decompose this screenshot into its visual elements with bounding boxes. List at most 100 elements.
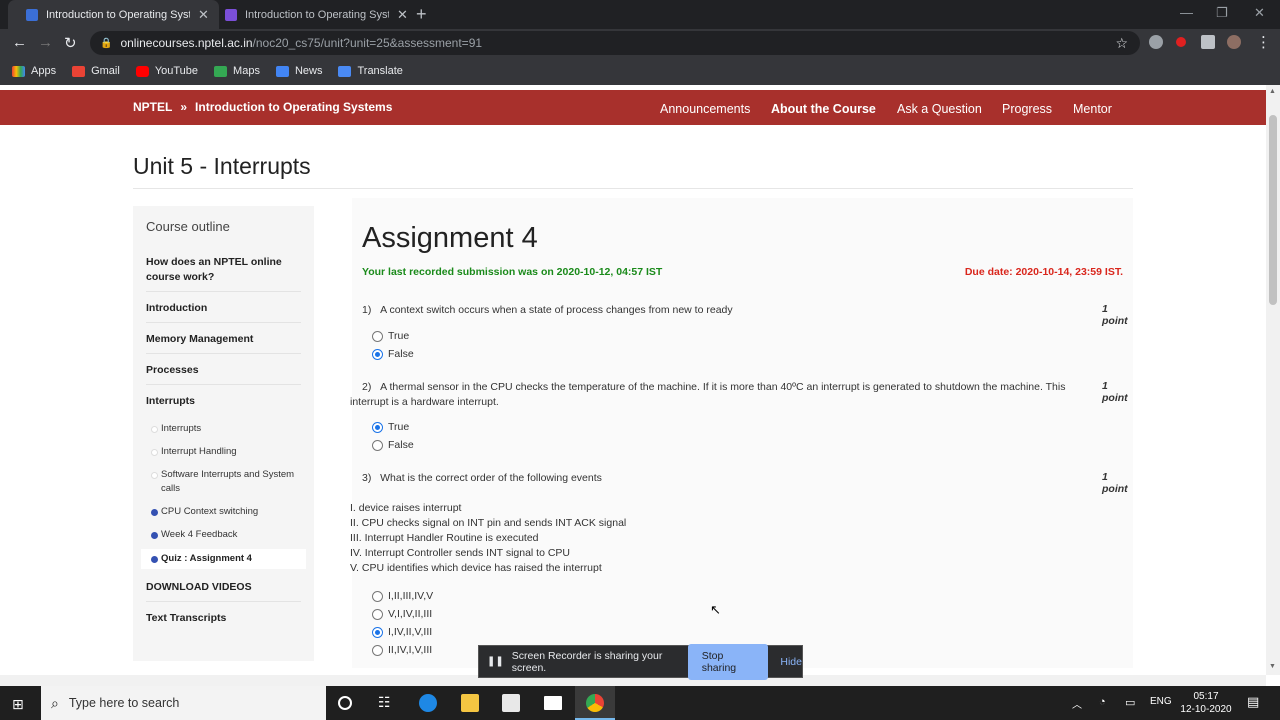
sidebar-subitem-interrupt-handling[interactable]: Interrupt Handling	[141, 445, 306, 459]
sidebar-subitem-cpu-context-switching[interactable]: CPU Context switching	[141, 505, 306, 519]
sidebar-item-interrupts[interactable]: Interrupts	[146, 394, 301, 409]
sidebar-item-text-transcripts[interactable]: Text Transcripts	[146, 611, 301, 626]
youtube-icon	[135, 65, 149, 77]
event-item: III. Interrupt Handler Routine is execut…	[350, 532, 539, 544]
close-tab-icon[interactable]: ✕	[397, 7, 408, 23]
mail-icon[interactable]	[544, 696, 562, 710]
nav-mentor[interactable]: Mentor	[1073, 102, 1112, 116]
apps-grid-icon	[12, 65, 25, 77]
extension-icon[interactable]	[1149, 35, 1163, 49]
bookmark-translate[interactable]: Translate	[338, 65, 403, 77]
sidebar-subitem-interrupts[interactable]: Interrupts	[141, 422, 306, 436]
tab-active[interactable]: Introduction to Operating Systems ✕	[8, 0, 219, 29]
brand-link[interactable]: NPTEL	[133, 100, 172, 114]
sidebar-item-memory-management[interactable]: Memory Management	[146, 332, 301, 347]
bookmarks-bar: Apps Gmail YouTube Maps News Translate	[0, 57, 1280, 85]
radio-button[interactable]	[372, 590, 383, 602]
page-viewport: NPTEL» Introduction to Operating Systems …	[0, 85, 1266, 675]
scroll-down-icon[interactable]: ▼	[1269, 663, 1276, 670]
bookmark-star-icon[interactable]: ☆	[1115, 35, 1128, 52]
sidebar-item-how-nptel-works[interactable]: How does an NPTEL online course work?	[146, 255, 301, 285]
address-bar[interactable]: 🔒 onlinecourses.nptel.ac.in/noc20_cs75/u…	[90, 31, 1140, 55]
battery-icon[interactable]: ▭	[1125, 696, 1135, 709]
taskbar-search-box[interactable]: ⌕ Type here to search	[41, 686, 326, 720]
tray-overflow-icon[interactable]: ︿	[1072, 696, 1082, 711]
taskbar-clock[interactable]: 05:17 12-10-2020	[1180, 690, 1232, 716]
vertical-scrollbar[interactable]: ▲ ▼	[1266, 85, 1280, 675]
radio-button[interactable]	[372, 608, 383, 620]
close-window-icon[interactable]: ✕	[1254, 5, 1265, 21]
sidebar-item-introduction[interactable]: Introduction	[146, 301, 301, 316]
event-item: II. CPU checks signal on INT pin and sen…	[350, 517, 627, 529]
q2-option-false[interactable]: False	[372, 439, 414, 451]
nav-about-course[interactable]: About the Course	[771, 102, 876, 116]
file-explorer-icon[interactable]	[461, 694, 479, 712]
forms-favicon-icon	[225, 8, 237, 21]
sidebar-subitem-week4-feedback[interactable]: Week 4 Feedback	[141, 528, 306, 542]
radio-button[interactable]	[372, 439, 383, 451]
sidebar-heading: Course outline	[146, 219, 230, 234]
maximize-icon[interactable]: ❐	[1216, 5, 1228, 21]
store-icon[interactable]	[502, 694, 520, 712]
q1-option-false[interactable]: False	[372, 348, 414, 360]
back-icon[interactable]: ←	[12, 34, 27, 51]
nav-announcements[interactable]: Announcements	[660, 102, 750, 116]
bookmark-youtube[interactable]: YouTube	[135, 65, 198, 77]
minimize-icon[interactable]: —	[1180, 5, 1193, 20]
gmail-icon	[72, 65, 86, 77]
recording-icon[interactable]	[1176, 37, 1186, 47]
cortana-icon[interactable]	[338, 696, 352, 710]
bookmark-maps[interactable]: Maps	[214, 65, 260, 77]
tab-title: Introduction to Operating Systems	[46, 8, 190, 21]
q2-option-true[interactable]: True	[372, 421, 409, 433]
radio-button[interactable]	[372, 330, 383, 342]
scrollbar-thumb[interactable]	[1269, 115, 1277, 305]
radio-button[interactable]	[372, 644, 383, 656]
notifications-icon[interactable]: ▤	[1247, 694, 1259, 710]
clock-date: 12-10-2020	[1180, 704, 1232, 715]
event-item: IV. Interrupt Controller sends INT signa…	[350, 547, 571, 559]
wifi-icon[interactable]: ◔	[1099, 696, 1106, 708]
profile-avatar-icon[interactable]	[1227, 35, 1241, 49]
q3-option-2[interactable]: V,I,IV,II,III	[372, 608, 432, 620]
chrome-icon[interactable]	[586, 694, 604, 712]
puzzle-extensions-icon[interactable]	[1201, 35, 1215, 49]
stop-sharing-button[interactable]: Stop sharing	[687, 643, 769, 680]
sidebar-subitem-quiz-assignment4[interactable]: Quiz : Assignment 4	[141, 549, 306, 569]
mouse-cursor-icon: ↖	[710, 602, 721, 617]
bookmark-news[interactable]: News	[275, 65, 322, 77]
sidebar-subitem-software-interrupts[interactable]: Software Interrupts and System calls	[141, 468, 306, 496]
unvisited-dot-icon	[151, 472, 158, 479]
kebab-menu-icon[interactable]: ⋮	[1256, 33, 1271, 51]
radio-button-selected[interactable]	[372, 421, 383, 433]
q3-option-1[interactable]: I,II,III,IV,V	[372, 590, 433, 602]
bookmark-gmail[interactable]: Gmail	[72, 65, 120, 77]
edge-icon[interactable]	[419, 694, 437, 712]
translate-icon	[338, 65, 352, 77]
question-points: 1 point	[1102, 471, 1128, 495]
radio-button-selected[interactable]	[372, 348, 383, 360]
browser-tab-strip: Introduction to Operating Systems ✕ Intr…	[0, 0, 1280, 29]
nav-ask-question[interactable]: Ask a Question	[897, 102, 982, 116]
q3-option-4[interactable]: II,IV,I,V,III	[372, 644, 432, 656]
sidebar-item-download-videos[interactable]: DOWNLOAD VIDEOS	[146, 580, 301, 595]
new-tab-icon[interactable]: +	[416, 4, 427, 25]
radio-button-selected[interactable]	[372, 626, 383, 638]
reload-icon[interactable]: ↻	[64, 34, 77, 52]
nav-progress[interactable]: Progress	[1002, 102, 1052, 116]
search-placeholder: Type here to search	[68, 696, 180, 710]
scroll-up-icon[interactable]: ▲	[1269, 88, 1276, 95]
task-view-icon[interactable]: ☷	[378, 694, 396, 712]
forward-icon[interactable]: →	[38, 34, 53, 51]
windows-start-icon[interactable]: ⊞	[12, 696, 24, 713]
q1-option-true[interactable]: True	[372, 330, 409, 342]
tab-inactive[interactable]: Introduction to Operating Systems ✕	[207, 0, 418, 29]
course-link[interactable]: Introduction to Operating Systems	[195, 100, 392, 114]
bookmark-apps[interactable]: Apps	[12, 65, 56, 77]
language-indicator[interactable]: ENG	[1150, 696, 1172, 707]
divider	[133, 188, 1133, 189]
sidebar-item-processes[interactable]: Processes	[146, 363, 301, 378]
news-icon	[275, 65, 289, 77]
hide-button[interactable]: Hide	[780, 656, 802, 668]
q3-option-3[interactable]: I,IV,II,V,III	[372, 626, 432, 638]
